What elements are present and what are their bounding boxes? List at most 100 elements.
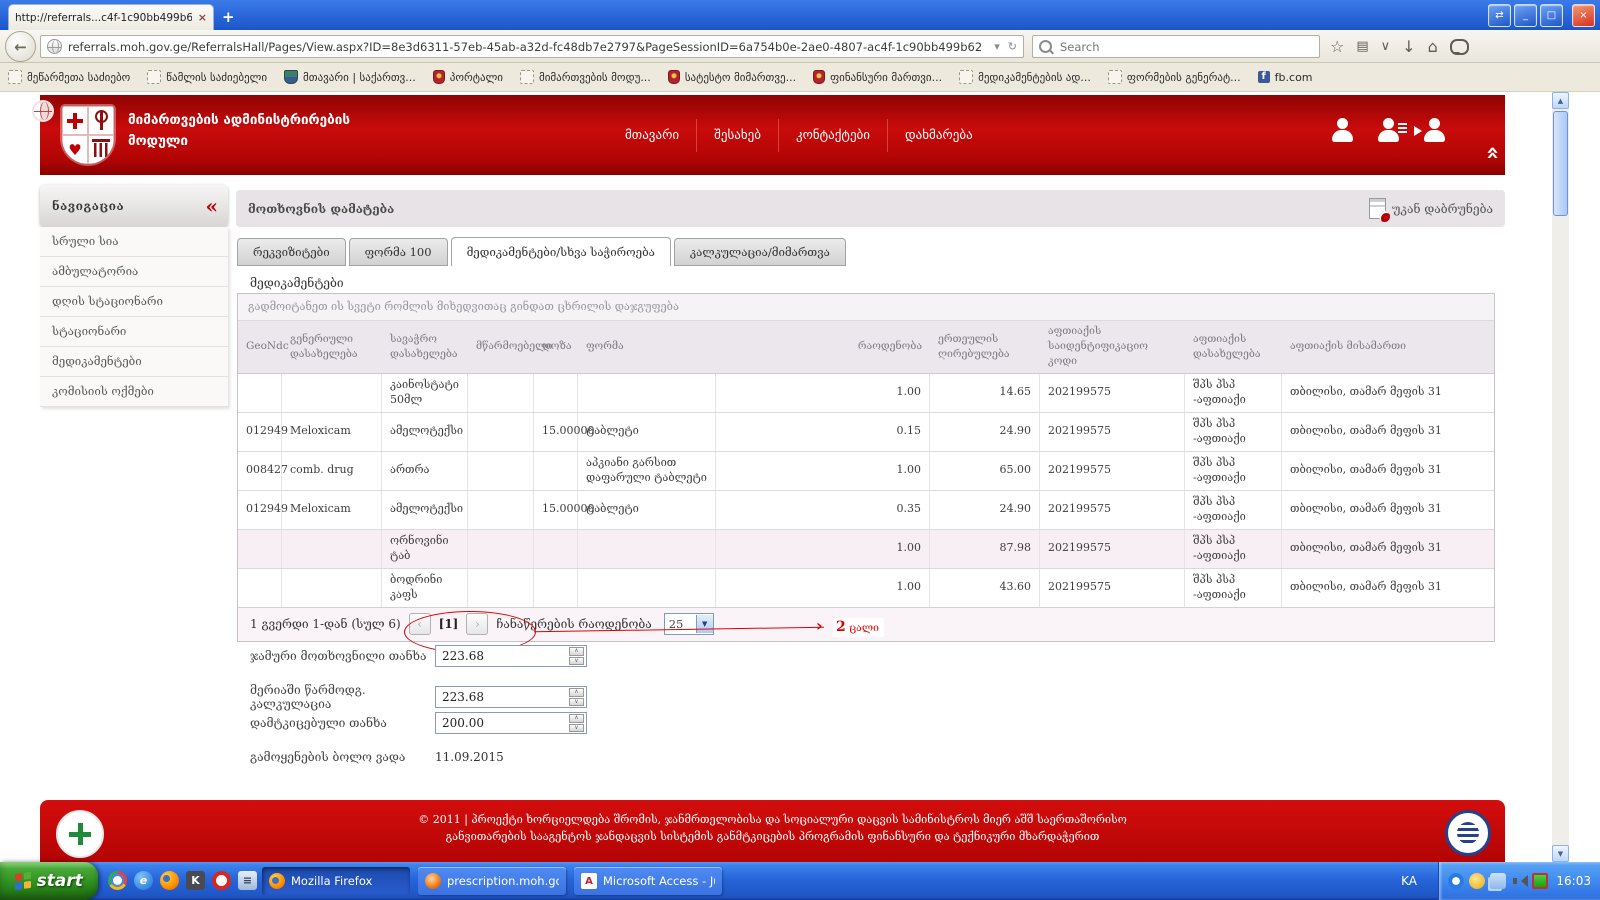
downloads-icon[interactable]: ↓	[1402, 35, 1415, 59]
spinner-stepper[interactable]: ∧∨	[569, 647, 584, 665]
home-icon[interactable]: ⌂	[1428, 35, 1438, 59]
language-indicator[interactable]: KA	[1393, 870, 1425, 892]
bookmark-item[interactable]: მეწარმეთა საძიებო	[8, 70, 130, 84]
bookmark-star-icon[interactable]: ☆	[1330, 35, 1344, 59]
table-row[interactable]: 008427comb. drugართრააპკიანი გარსით დაფა…	[238, 452, 1494, 491]
column-header[interactable]: აფთიაქის დასახელება	[1185, 321, 1282, 373]
column-header[interactable]: ფორმა	[578, 321, 716, 373]
network-icon[interactable]	[1490, 873, 1506, 889]
bookmark-item[interactable]: ffb.com	[1258, 71, 1313, 84]
taskbar-window-button[interactable]: prescription.moh.gov...	[418, 867, 566, 895]
close-button[interactable]: ×	[1572, 4, 1595, 27]
url-bar[interactable]: referrals.moh.gov.ge/ReferralsHall/Pages…	[40, 35, 1024, 58]
amount-input[interactable]: 223.68∧∨	[435, 645, 587, 667]
bookmark-item[interactable]: სატესტო მიმართვე...	[668, 70, 796, 84]
spinner-up-icon[interactable]: ∧	[569, 688, 584, 697]
start-button[interactable]: start	[0, 862, 98, 900]
bookmarks-menu-icon[interactable]: ▤	[1356, 35, 1368, 59]
amount-input[interactable]: 223.68∧∨	[435, 686, 587, 708]
spinner-down-icon[interactable]: ∨	[569, 698, 584, 707]
user-list-icon[interactable]	[1374, 117, 1404, 144]
tab-switch-button[interactable]: ⇄	[1488, 4, 1511, 27]
column-header[interactable]: GeoNdc	[238, 321, 282, 373]
page-tab[interactable]: ფორმა 100	[349, 238, 448, 266]
spinner-stepper[interactable]: ∧∨	[569, 714, 584, 732]
spinner-stepper[interactable]: ∧∨	[569, 688, 584, 706]
kmp-icon[interactable]: K	[186, 871, 205, 890]
table-row[interactable]: ბოდრინი კაფს1.0043.60202199575შპს პსპ -ა…	[238, 569, 1494, 607]
select-dropdown-icon[interactable]: ▼	[696, 615, 713, 633]
opera-icon[interactable]	[212, 871, 231, 890]
sidebar-item[interactable]: ამბულატორია	[40, 257, 228, 287]
sidebar-item[interactable]: სტაციონარი	[40, 317, 228, 347]
site-logo[interactable]: ♥	[62, 106, 114, 164]
teamviewer-icon[interactable]	[1448, 873, 1464, 889]
maximize-button[interactable]: □	[1540, 4, 1563, 27]
sidebar-item[interactable]: დღის სტაციონარი	[40, 287, 228, 317]
page-tab[interactable]: კალკულაცია/მიმართვა	[674, 238, 846, 266]
browser-tab[interactable]: http://referrals...c4f-1c90bb499b62 ×	[8, 4, 214, 30]
bookmark-item[interactable]: წამლის საძიებელი	[147, 70, 267, 84]
spinner-down-icon[interactable]: ∨	[569, 657, 584, 666]
page-size-select[interactable]: 25 ▼	[664, 613, 714, 635]
sidebar-item[interactable]: სრული სია	[40, 227, 228, 257]
table-row[interactable]: ორნოვინი ტაბ1.0087.98202199575შპს პსპ -ა…	[238, 530, 1494, 569]
column-header[interactable]: აფთიაქის საიდენტიფიკაციო კოდი	[1040, 321, 1185, 373]
bookmark-item[interactable]: მიმართვების მოდუ...	[520, 70, 651, 84]
header-nav-link[interactable]: მთავარი	[608, 119, 696, 152]
user-icon[interactable]	[1328, 117, 1358, 144]
column-header[interactable]: გენერიული დასახელება	[282, 321, 382, 373]
spinner-up-icon[interactable]: ∧	[569, 647, 584, 656]
new-tab-button[interactable]: +	[222, 8, 235, 26]
header-nav-link[interactable]: დახმარება	[887, 119, 990, 152]
sidebar-item[interactable]: მედიკამენტები	[40, 347, 228, 377]
table-row[interactable]: კაინოსტატი 50მლ1.0014.65202199575შპს პსპ…	[238, 374, 1494, 413]
table-row[interactable]: 012949Meloxicamამელოტექსი15.00000ტაბლეტი…	[238, 413, 1494, 452]
firefox-icon[interactable]	[160, 871, 179, 890]
app-icon[interactable]: ≡	[238, 871, 257, 890]
taskbar-window-button[interactable]: Mozilla Firefox	[262, 867, 410, 895]
page-tab[interactable]: რეკვიზიტები	[237, 238, 346, 266]
pocket-icon[interactable]: ∨	[1381, 35, 1391, 59]
page-tab[interactable]: მედიკამენტები/სხვა საჭიროება	[451, 237, 671, 266]
logout-icon[interactable]	[1420, 117, 1450, 144]
bookmark-item[interactable]: პორტალი	[433, 70, 503, 84]
volume-icon[interactable]	[1511, 873, 1527, 889]
bookmark-item[interactable]: ფორმების გენერატ...	[1108, 70, 1241, 84]
search-input[interactable]	[1058, 39, 1313, 55]
scroll-up-icon[interactable]: ▲	[1552, 92, 1569, 109]
column-header[interactable]: მწარმოებელი	[468, 321, 534, 373]
header-nav-link[interactable]: შესახებ	[696, 119, 778, 152]
scroll-down-icon[interactable]: ▼	[1552, 845, 1569, 862]
column-header[interactable]: ერთეულის ღირებულება	[930, 321, 1040, 373]
back-link[interactable]: უკან დაბრუნება	[1392, 202, 1493, 216]
back-button[interactable]: ←	[5, 31, 36, 62]
back-document-icon[interactable]	[1369, 198, 1386, 219]
key-icon[interactable]	[1469, 873, 1485, 889]
taskbar-window-button[interactable]: AMicrosoft Access - Ju...	[574, 867, 722, 895]
minimize-button[interactable]: _	[1514, 4, 1537, 27]
search-bar[interactable]	[1032, 35, 1320, 58]
language-globe-icon[interactable]	[32, 100, 54, 122]
column-header[interactable]: რაოდენობა	[716, 321, 930, 373]
bookmark-item[interactable]: ფინანსური მართვი...	[813, 70, 942, 84]
column-header[interactable]: აფთიაქის მისამართი	[1282, 321, 1494, 373]
url-dropdown-icon[interactable]: ▾	[994, 40, 1000, 53]
reload-icon[interactable]: ↻	[1008, 40, 1017, 53]
bookmark-item[interactable]: მედიკამენტების ად...	[959, 70, 1091, 84]
page-scrollbar[interactable]: ▲ ▼	[1552, 92, 1569, 862]
scrollbar-thumb[interactable]	[1553, 111, 1568, 216]
tab-close-icon[interactable]: ×	[198, 11, 207, 24]
bookmark-item[interactable]: მთავარი | საქართვ...	[284, 70, 416, 84]
spinner-down-icon[interactable]: ∨	[569, 724, 584, 733]
amount-input[interactable]: 200.00∧∨	[435, 712, 587, 734]
scroll-top-chevron-icon[interactable]: «	[1482, 146, 1502, 160]
hello-icon[interactable]	[1450, 39, 1469, 55]
ie-icon[interactable]: e	[134, 871, 153, 890]
sidebar-collapse-icon[interactable]: «	[206, 194, 217, 218]
column-header[interactable]: დოზა	[534, 321, 578, 373]
header-nav-link[interactable]: კონტაქტები	[778, 119, 887, 152]
monitor-icon[interactable]	[1532, 873, 1548, 889]
chrome-icon[interactable]	[108, 871, 127, 890]
spinner-up-icon[interactable]: ∧	[569, 714, 584, 723]
